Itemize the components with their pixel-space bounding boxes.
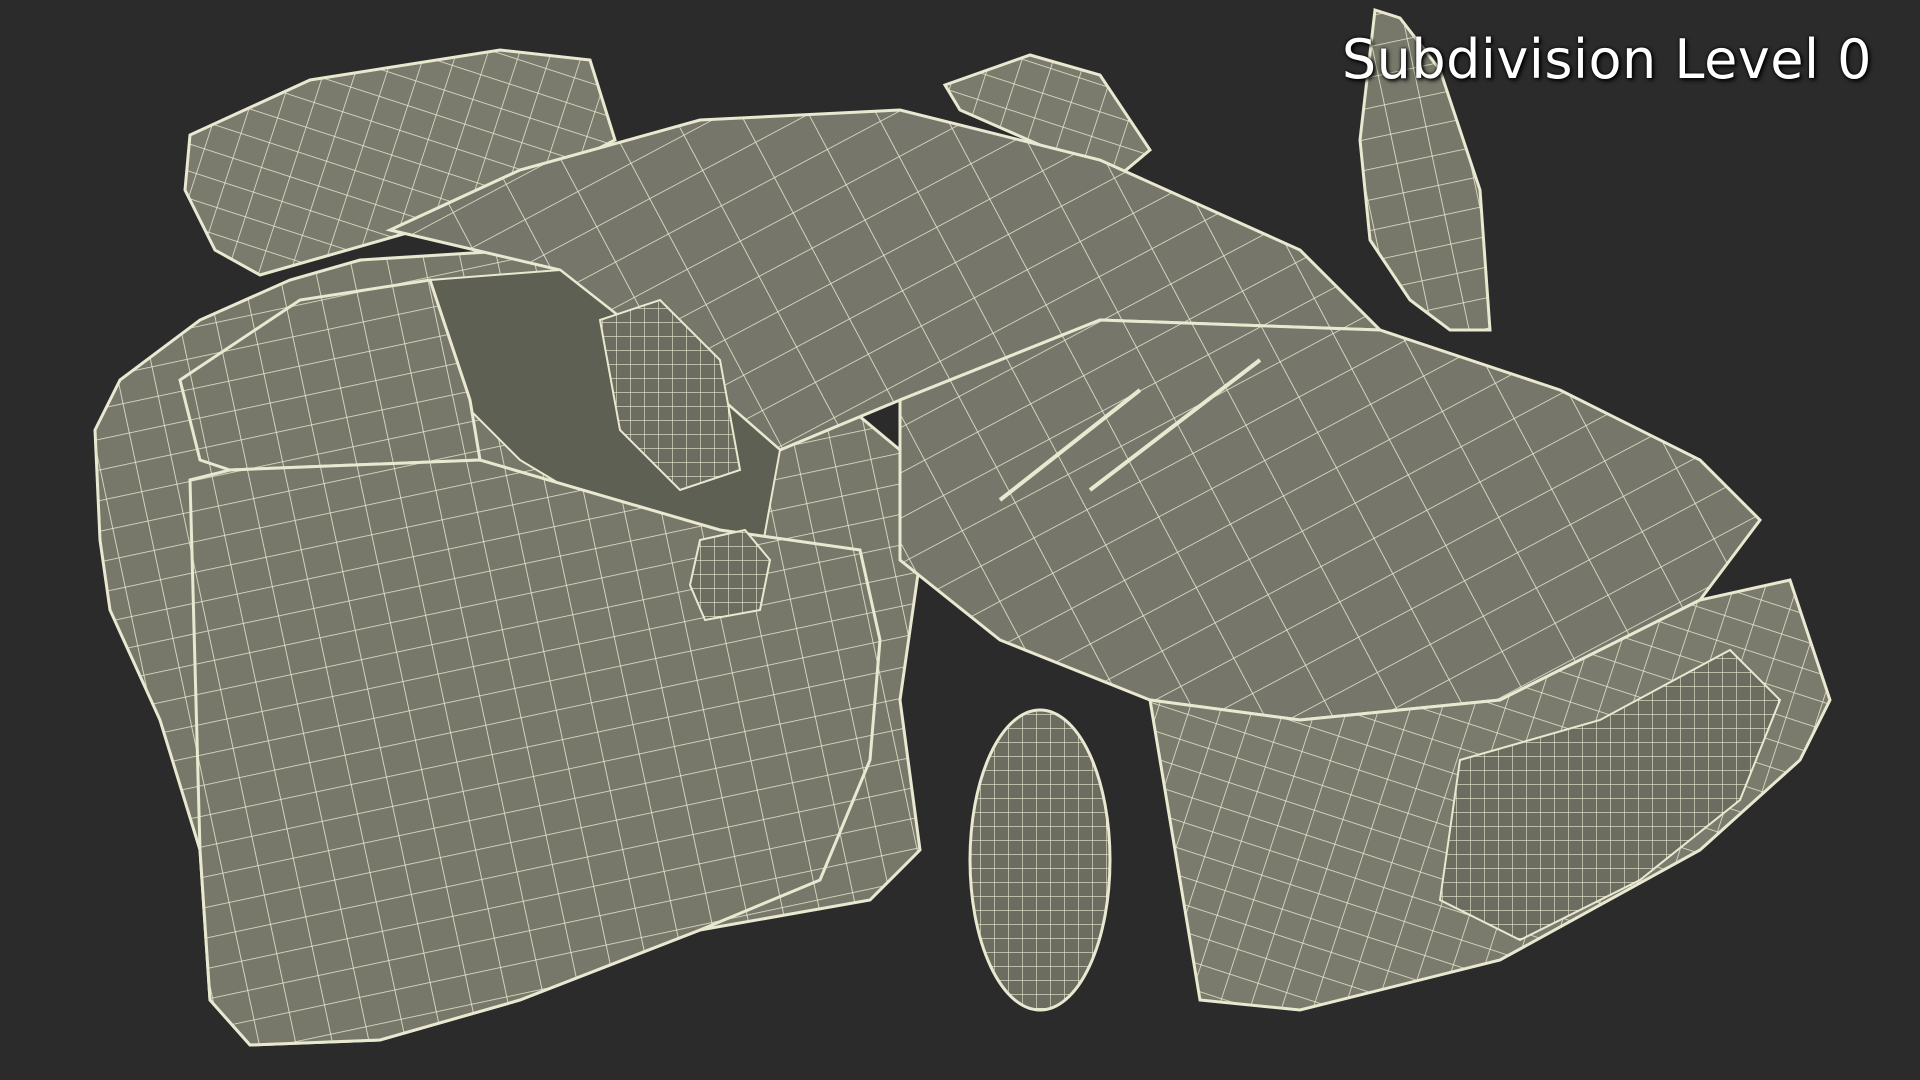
front-wheel [968,708,1112,1012]
front-door-open [188,458,882,1047]
viewport[interactable]: Subdivision Level 0 [0,0,1920,1080]
subdivision-level-label: Subdivision Level 0 [1341,28,1872,91]
car-wireframe-render [93,8,1832,1047]
